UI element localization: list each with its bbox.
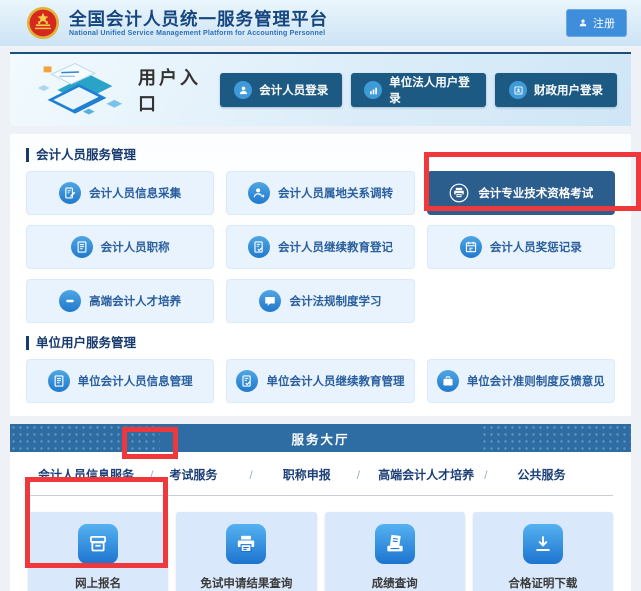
brand: 全国会计人员统一服务管理平台 National Unified Service … — [69, 9, 328, 36]
service-card-regulation-study[interactable]: 会计法规制度学习 — [226, 279, 414, 323]
tab-exam-service[interactable]: 考试服务 — [169, 466, 217, 483]
grid-empty-cell — [427, 279, 615, 323]
service-card-label: 单位会计人员信息管理 — [78, 373, 193, 389]
service-card-unit-feedback[interactable]: 单位会计准则制度反馈意见 — [427, 359, 615, 403]
person-icon — [578, 18, 588, 28]
finance-login-button[interactable]: 财政用户登录 — [495, 73, 617, 107]
service-card-professional-exam[interactable]: 会计专业技术资格考试 — [427, 171, 615, 215]
service-card-label: 会计专业技术资格考试 — [478, 185, 593, 201]
doc-icon — [48, 370, 70, 392]
service-hall-tabs: 会计人员信息服务 / 考试服务 / 职称申报 / 高端会计人才培养 / 公共服务 — [28, 452, 613, 496]
bar-chart-icon — [364, 81, 382, 99]
doc-check-icon — [236, 370, 258, 392]
score-query-card[interactable]: 成绩查询 — [325, 512, 465, 591]
legal-entity-login-button[interactable]: 单位法人用户登录 — [351, 73, 486, 107]
user-entry-banner: 用户入口 会计人员登录 单位法人用户登录 财政用户登录 — [10, 52, 631, 126]
service-hall-title: 服务大厅 — [291, 429, 349, 448]
briefcase-icon — [437, 370, 459, 392]
tab-separator: / — [150, 468, 153, 482]
download-icon — [523, 524, 563, 564]
login-label: 财政用户登录 — [534, 82, 603, 98]
login-label: 单位法人用户登录 — [389, 74, 473, 106]
doc-check-icon — [248, 236, 270, 258]
service-card-label: 会计人员属地关系调转 — [278, 185, 393, 201]
hall-card-label: 成绩查询 — [372, 575, 418, 591]
laptop-illustration — [24, 57, 132, 123]
printer-icon — [226, 524, 266, 564]
service-hall-header: 服务大厅 — [10, 424, 631, 452]
service-card-reward-punishment[interactable]: 会计人员奖惩记录 — [427, 225, 615, 269]
online-registration-card[interactable]: 网上报名 — [28, 512, 168, 591]
exemption-result-query-card[interactable]: 免试申请结果查询 — [176, 512, 316, 591]
tab-accountant-info-service[interactable]: 会计人员信息服务 — [38, 466, 134, 483]
service-card-talent-training[interactable]: 高端会计人才培养 — [26, 279, 214, 323]
service-card-relocation[interactable]: 会计人员属地关系调转 — [226, 171, 414, 215]
doc-pencil-icon — [59, 182, 81, 204]
page: 全国会计人员统一服务管理平台 National Unified Service … — [0, 0, 641, 591]
id-badge-icon — [509, 81, 527, 99]
personal-section-title: 会计人员服务管理 — [26, 148, 615, 162]
page-subtitle: National Unified Service Management Plat… — [69, 30, 328, 37]
tab-talent-training[interactable]: 高端会计人才培养 — [378, 466, 474, 483]
tab-title-application[interactable]: 职称申报 — [283, 466, 331, 483]
certificate-download-card[interactable]: 合格证明下载 — [473, 512, 613, 591]
person-icon — [234, 81, 252, 99]
service-card-info-collection[interactable]: 会计人员信息采集 — [26, 171, 214, 215]
unit-section-title: 单位用户服务管理 — [26, 336, 615, 350]
service-card-label: 会计人员奖惩记录 — [490, 239, 582, 255]
service-card-title-rank[interactable]: 会计人员职称 — [26, 225, 214, 269]
tab-public-service[interactable]: 公共服务 — [517, 466, 565, 483]
national-emblem-icon — [26, 6, 60, 40]
service-card-label: 单位会计人员继续教育管理 — [266, 373, 404, 389]
service-management-panel: 会计人员服务管理 会计人员信息采集 会计人员属地关系调转 会计专业技术资格考试 — [10, 134, 631, 416]
accountant-login-button[interactable]: 会计人员登录 — [220, 73, 342, 107]
personal-service-grid: 会计人员信息采集 会计人员属地关系调转 会计专业技术资格考试 会计人员职称 — [26, 171, 615, 323]
calendar-icon — [460, 236, 482, 258]
top-header: 全国会计人员统一服务管理平台 National Unified Service … — [0, 0, 641, 46]
register-button[interactable]: 注册 — [566, 9, 627, 37]
service-card-continuing-education[interactable]: 会计人员继续教育登记 — [226, 225, 414, 269]
bar-icon — [59, 290, 81, 312]
service-card-unit-info[interactable]: 单位会计人员信息管理 — [26, 359, 214, 403]
service-card-label: 单位会计准则制度反馈意见 — [467, 373, 605, 389]
service-card-label: 会计人员继续教育登记 — [278, 239, 393, 255]
exam-service-grid: 网上报名 免试申请结果查询 成绩查询 合格证明下载 — [28, 512, 613, 591]
service-card-label: 会计人员职称 — [101, 239, 170, 255]
archive-box-icon — [78, 524, 118, 564]
login-button-group: 会计人员登录 单位法人用户登录 财政用户登录 — [220, 73, 617, 107]
chat-icon — [259, 290, 281, 312]
user-entry-label: 用户入口 — [138, 64, 220, 116]
service-card-label: 会计人员信息采集 — [89, 185, 181, 201]
tab-separator: / — [249, 468, 252, 482]
tab-separator: / — [357, 468, 360, 482]
unit-service-grid: 单位会计人员信息管理 单位会计人员继续教育管理 单位会计准则制度反馈意见 — [26, 359, 615, 403]
login-label: 会计人员登录 — [259, 82, 328, 98]
service-card-label: 会计法规制度学习 — [289, 293, 381, 309]
printer-ring-icon — [448, 182, 470, 204]
register-label: 注册 — [593, 15, 615, 31]
service-card-label: 高端会计人才培养 — [89, 293, 181, 309]
hall-card-label: 合格证明下载 — [508, 575, 577, 591]
person-arrows-icon — [248, 182, 270, 204]
service-card-unit-education[interactable]: 单位会计人员继续教育管理 — [226, 359, 414, 403]
page-title: 全国会计人员统一服务管理平台 — [69, 9, 328, 29]
hall-card-label: 免试申请结果查询 — [200, 575, 292, 591]
hall-card-label: 网上报名 — [75, 575, 121, 591]
doc-icon — [71, 236, 93, 258]
tab-separator: / — [484, 468, 487, 482]
service-hall-panel: 服务大厅 会计人员信息服务 / 考试服务 / 职称申报 / 高端会计人才培养 /… — [10, 424, 631, 591]
doc-printer-icon — [375, 524, 415, 564]
